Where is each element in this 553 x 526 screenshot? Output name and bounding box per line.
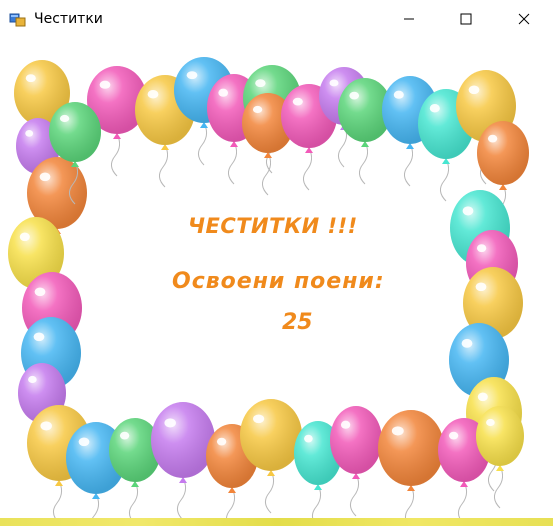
balloon-30 — [151, 402, 215, 518]
maximize-icon — [460, 13, 472, 25]
client-area: ЧЕСТИТКИ !!! Освоени поени: 25 — [0, 38, 553, 518]
balloon-32 — [240, 399, 302, 514]
window-title: Честитки — [34, 11, 103, 27]
bottom-edge-strip — [0, 518, 553, 526]
maximize-button[interactable] — [443, 0, 489, 38]
title-bar[interactable]: Честитки — [0, 0, 553, 38]
windows-app-icon — [9, 10, 27, 28]
close-icon — [518, 13, 530, 25]
balloon-37 — [476, 406, 524, 509]
points-label: Освоени поени: — [172, 269, 385, 294]
balloon-35 — [378, 410, 444, 518]
minimize-icon — [404, 18, 414, 20]
close-button[interactable] — [501, 0, 547, 38]
points-value: 25 — [282, 310, 313, 335]
minimize-button[interactable] — [386, 0, 432, 38]
balloon-34 — [330, 406, 382, 517]
congratulations-heading: ЧЕСТИТКИ !!! — [188, 214, 358, 238]
app-window: Честитки ЧЕСТИТКИ !!! Освоени поени: 25 — [0, 0, 553, 526]
balloon-10 — [338, 78, 392, 185]
